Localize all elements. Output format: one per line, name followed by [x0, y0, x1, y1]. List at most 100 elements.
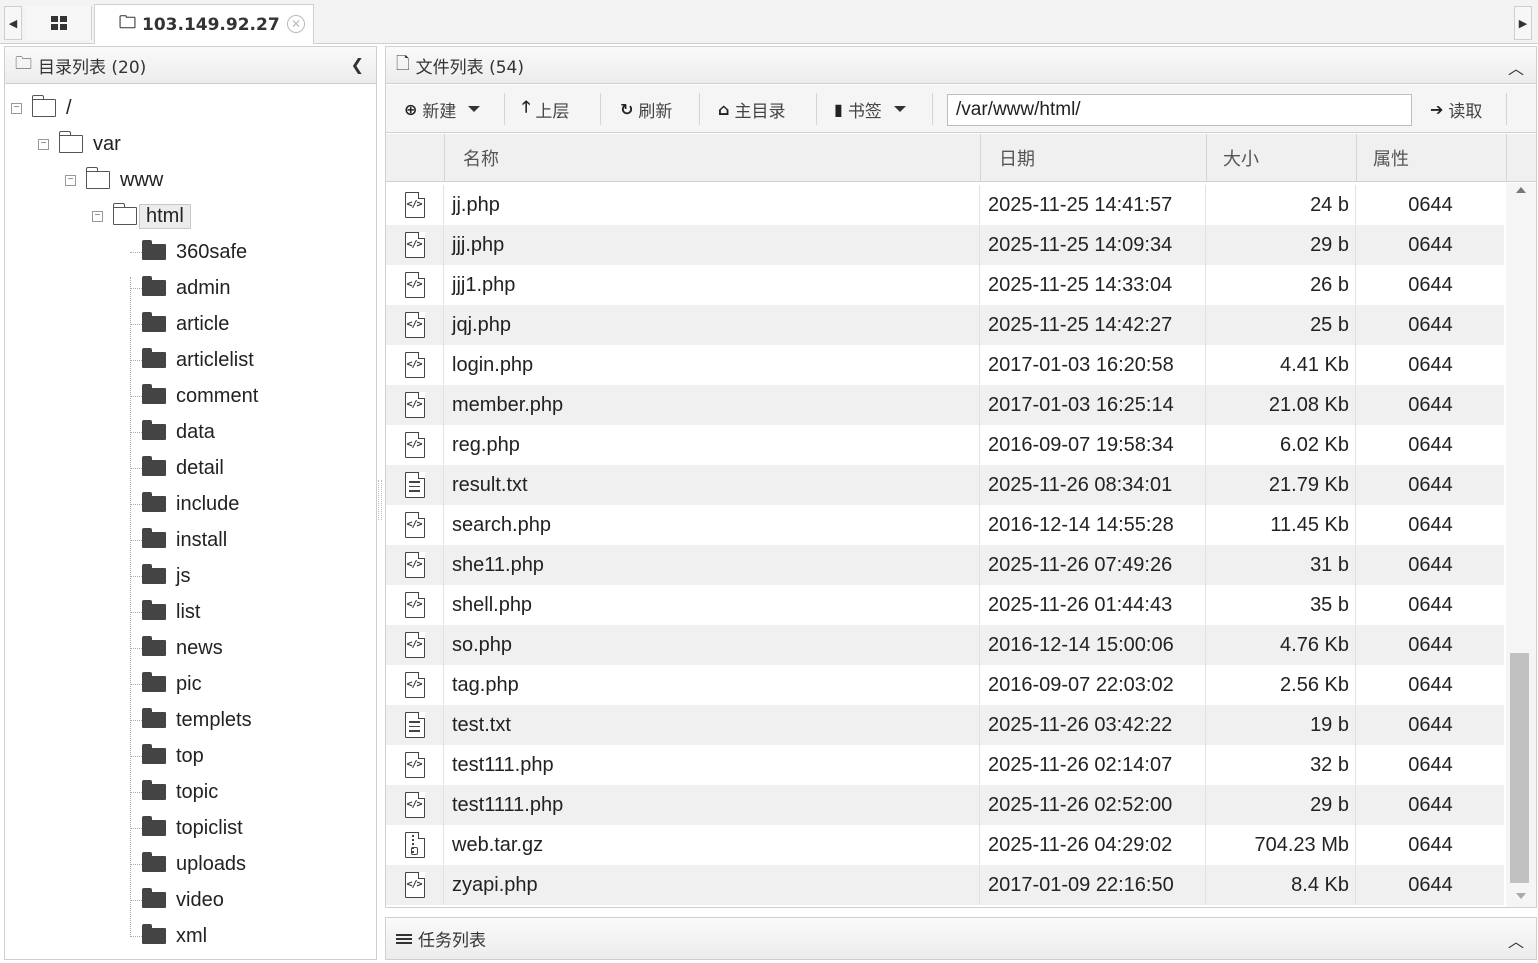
tree-node-child[interactable]: articlelist	[142, 345, 254, 375]
tree-node-child[interactable]: detail	[142, 453, 224, 483]
column-size[interactable]: 大小	[1207, 134, 1357, 182]
panel-splitter[interactable]	[378, 480, 382, 520]
collapse-up-icon[interactable]: ︿	[1508, 928, 1524, 952]
tab-host[interactable]: 🗀 103.149.92.27 ✕	[94, 4, 314, 44]
file-name[interactable]: tag.php	[445, 665, 980, 705]
file-row[interactable]: result.txt 2025-11-26 08:34:01 21.79 Kb 064…	[386, 465, 1504, 505]
file-name[interactable]: zyapi.php	[445, 865, 980, 905]
collapse-toggle-icon[interactable]: −	[65, 174, 76, 186]
file-row[interactable]: </> she11.php 2025-11-26 07:49:26 31 b 0644	[386, 545, 1504, 585]
file-row[interactable]: web.tar.gz 2025-11-26 04:29:02 704.23 Mb 06…	[386, 825, 1504, 865]
collapse-left-icon[interactable]: ❮	[351, 55, 364, 74]
file-name[interactable]: reg.php	[445, 425, 980, 465]
file-row[interactable]: </> test1111.php 2025-11-26 02:52:00 29 b 06…	[386, 785, 1504, 825]
file-date: 2025-11-26 04:29:02	[981, 825, 1206, 865]
file-name[interactable]: jj.php	[445, 185, 980, 225]
tree-node-child[interactable]: pic	[142, 669, 202, 699]
tree-node-www[interactable]: − www	[65, 165, 163, 195]
file-row[interactable]: </> jjj.php 2025-11-25 14:09:34 29 b 0644	[386, 225, 1504, 265]
file-name[interactable]: member.php	[445, 385, 980, 425]
scroll-up-icon[interactable]	[1516, 187, 1526, 193]
tab-scroll-right-button[interactable]: ▶	[1514, 6, 1532, 40]
tree-node-child[interactable]: data	[142, 417, 215, 447]
file-row[interactable]: </> search.php 2016-12-14 14:55:28 11.45 Kb…	[386, 505, 1504, 545]
scroll-down-icon[interactable]	[1516, 893, 1526, 899]
file-row[interactable]: </> shell.php 2025-11-26 01:44:43 35 b 0644	[386, 585, 1504, 625]
tree-node-child[interactable]: include	[142, 489, 239, 519]
file-name[interactable]: shell.php	[445, 585, 980, 625]
file-row[interactable]: </> tag.php 2016-09-07 22:03:02 2.56 Kb 0644	[386, 665, 1504, 705]
refresh-button[interactable]: ↻ 刷新	[620, 95, 672, 123]
scroll-thumb[interactable]	[1510, 653, 1529, 883]
read-path-button[interactable]: ➔ 读取	[1430, 95, 1482, 123]
home-dir-button[interactable]: ⌂ 主目录	[718, 95, 785, 123]
file-name[interactable]: login.php	[445, 345, 980, 385]
tree-node-child[interactable]: list	[142, 597, 200, 627]
file-row[interactable]: </> login.php 2017-01-03 16:20:58 4.41 Kb 06…	[386, 345, 1504, 385]
file-row[interactable]: </> zyapi.php 2017-01-09 22:16:50 8.4 Kb 064…	[386, 865, 1504, 905]
tree-node-child[interactable]: admin	[142, 273, 230, 303]
file-attr: 0644	[1408, 553, 1453, 576]
up-level-button[interactable]: 🡑 上层	[522, 95, 569, 123]
file-name[interactable]: jjj1.php	[445, 265, 980, 305]
file-icon: 🗋	[396, 53, 410, 74]
file-type-cell: </>	[386, 385, 444, 425]
tree-node-child[interactable]: video	[142, 885, 224, 915]
file-row[interactable]: test.txt 2025-11-26 03:42:22 19 b 0644	[386, 705, 1504, 745]
folder-icon: 🗀	[15, 53, 32, 74]
file-type-cell: </>	[386, 185, 444, 225]
tree-node-child[interactable]: js	[142, 561, 190, 591]
file-name[interactable]: so.php	[445, 625, 980, 665]
file-row[interactable]: </> member.php 2017-01-03 16:25:14 21.08 Kb…	[386, 385, 1504, 425]
file-row[interactable]: </> jjj1.php 2025-11-25 14:33:04 26 b 0644	[386, 265, 1504, 305]
caret-down-icon	[893, 106, 906, 112]
tree-node-child[interactable]: comment	[142, 381, 258, 411]
path-input[interactable]	[947, 94, 1412, 126]
collapse-toggle-icon[interactable]: −	[92, 210, 103, 222]
tree-node-child[interactable]: uploads	[142, 849, 246, 879]
file-row[interactable]: </> test111.php 2025-11-26 02:14:07 32 b 064…	[386, 745, 1504, 785]
tree-node-child[interactable]: topic	[142, 777, 218, 807]
tree-node-child[interactable]: news	[142, 633, 223, 663]
column-date[interactable]: 日期	[981, 134, 1207, 182]
tree-node-var[interactable]: − var	[38, 129, 121, 159]
file-name[interactable]: test111.php	[445, 745, 980, 785]
file-name[interactable]: jjj.php	[445, 225, 980, 265]
collapse-up-icon[interactable]: ︿	[1508, 55, 1524, 79]
tree-node-child[interactable]: article	[142, 309, 229, 339]
file-row[interactable]: </> so.php 2016-12-14 15:00:06 4.76 Kb 0644	[386, 625, 1504, 665]
tree-node-child[interactable]: install	[142, 525, 227, 555]
file-name[interactable]: test1111.php	[445, 785, 980, 825]
tree-node-child[interactable]: topiclist	[142, 813, 243, 843]
column-name[interactable]: 名称	[445, 134, 981, 182]
collapse-toggle-icon[interactable]: −	[38, 138, 49, 150]
file-size: 8.4 Kb	[1207, 865, 1356, 905]
tree-node-child[interactable]: templets	[142, 705, 252, 735]
home-grid-tab[interactable]	[26, 6, 92, 40]
tree-node-root[interactable]: − /	[11, 93, 72, 123]
file-name[interactable]: test.txt	[445, 705, 980, 745]
close-tab-icon[interactable]: ✕	[287, 15, 305, 33]
tree-node-child[interactable]: 360safe	[142, 237, 247, 267]
collapse-toggle-icon[interactable]: −	[11, 102, 22, 114]
folder-open-icon	[58, 131, 83, 153]
file-name[interactable]: web.tar.gz	[445, 825, 980, 865]
column-attr[interactable]: 属性	[1357, 134, 1507, 182]
file-size: 21.08 Kb	[1207, 385, 1356, 425]
file-row[interactable]: </> jj.php 2025-11-25 14:41:57 24 b 0644	[386, 185, 1504, 225]
bookmark-button[interactable]: ▮ 书签	[834, 95, 906, 123]
tab-scroll-left-button[interactable]: ◀	[4, 6, 22, 40]
file-name[interactable]: search.php	[445, 505, 980, 545]
file-name[interactable]: result.txt	[445, 465, 980, 505]
file-name[interactable]: she11.php	[445, 545, 980, 585]
file-grid-scrollbar[interactable]	[1506, 183, 1536, 907]
tree-node-html[interactable]: − html	[92, 201, 191, 231]
file-type-cell: </>	[386, 745, 444, 785]
file-name[interactable]: jqj.php	[445, 305, 980, 345]
tree-node-child[interactable]: top	[142, 741, 204, 771]
tree-node-child[interactable]: xml	[142, 921, 207, 951]
file-row[interactable]: </> jqj.php 2025-11-25 14:42:27 25 b 0644	[386, 305, 1504, 345]
new-button[interactable]: ⊕ 新建	[404, 95, 481, 123]
file-row[interactable]: </> reg.php 2016-09-07 19:58:34 6.02 Kb 0644	[386, 425, 1504, 465]
code-file-icon: </>	[404, 591, 425, 618]
